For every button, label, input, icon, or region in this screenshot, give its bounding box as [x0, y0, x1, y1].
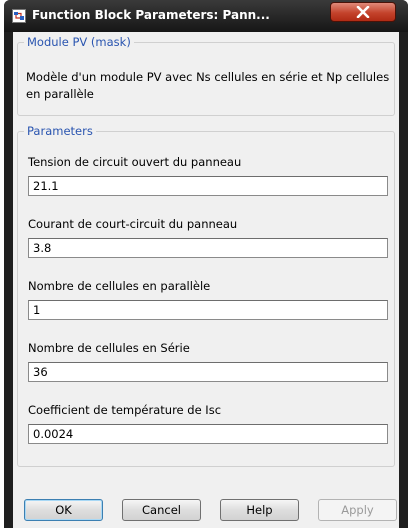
window-title: Function Block Parameters: Pann... — [32, 8, 270, 22]
dialog-window: Function Block Parameters: Pann... Modul… — [4, 0, 408, 528]
simulink-block-icon — [12, 9, 26, 23]
cells-in-parallel-field[interactable]: 1 — [28, 300, 388, 320]
mask-description: Modèle d'un module PV avec Ns cellules e… — [26, 70, 390, 101]
title-bar[interactable]: Function Block Parameters: Pann... — [4, 0, 408, 32]
short-circuit-current-field[interactable]: 3.8 — [28, 238, 388, 258]
cells-in-series-label: Nombre de cellules en Série — [28, 341, 190, 355]
isc-temperature-coefficient-label: Coefficient de température de Isc — [28, 403, 222, 417]
mask-group-title: Module PV (mask) — [24, 35, 134, 49]
help-button[interactable]: Help — [220, 499, 299, 521]
cells-in-series-field[interactable]: 36 — [28, 362, 388, 382]
parameters-group-title: Parameters — [24, 124, 96, 138]
close-icon — [356, 6, 370, 18]
close-button[interactable] — [330, 2, 396, 22]
parameters-group: Parameters Tension de circuit ouvert du … — [17, 124, 395, 467]
open-circuit-voltage-field[interactable]: 21.1 — [28, 176, 388, 196]
cells-in-parallel-label: Nombre de cellules en parallèle — [28, 279, 211, 293]
mask-group: Module PV (mask) Modèle d'un module PV a… — [17, 35, 395, 116]
apply-button[interactable]: Apply — [318, 499, 397, 521]
ok-button[interactable]: OK — [24, 499, 103, 521]
cancel-button[interactable]: Cancel — [122, 499, 201, 521]
isc-temperature-coefficient-field[interactable]: 0.0024 — [28, 424, 388, 444]
short-circuit-current-label: Courant de court-circuit du panneau — [28, 217, 238, 231]
dialog-body: Module PV (mask) Modèle d'un module PV a… — [13, 32, 399, 528]
open-circuit-voltage-label: Tension de circuit ouvert du panneau — [28, 155, 242, 169]
